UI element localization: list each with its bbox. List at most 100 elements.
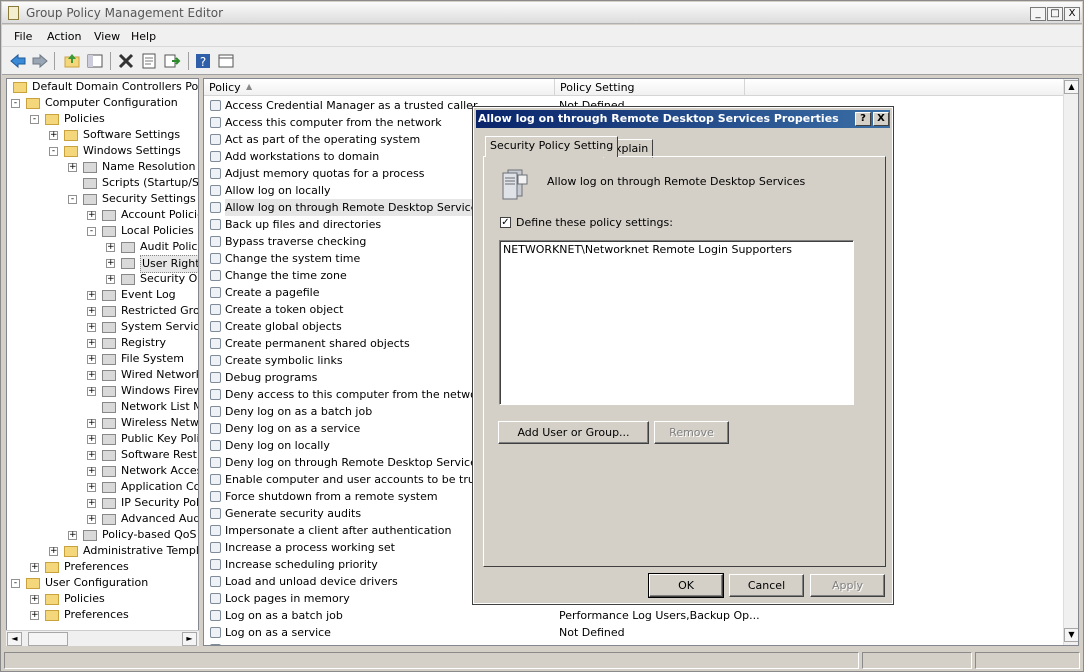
table-row[interactable]: Log on as a service Not Defined [204,624,1064,641]
tree-node[interactable]: + Security Op [7,271,198,287]
collapse-toggle[interactable]: - [49,147,58,156]
expand-toggle[interactable]: + [87,435,96,444]
tree-node-label[interactable]: IP Security Poli [121,495,198,511]
tree-node-label[interactable]: Wired Network [121,367,198,383]
tree-node[interactable]: + System Service [7,319,198,335]
view-icon[interactable] [217,52,235,70]
minimize-button[interactable]: _ [1030,7,1046,21]
expand-toggle[interactable]: + [30,611,39,620]
apply-button[interactable]: Apply [810,574,885,597]
expand-toggle[interactable]: + [87,291,96,300]
column-policy[interactable]: Policy [204,79,555,96]
scroll-right-button[interactable]: ► [182,632,197,646]
back-arrow-icon[interactable] [9,52,27,70]
close-button[interactable]: X [1064,7,1080,21]
tree-node-label[interactable]: Administrative Templat [83,543,198,559]
expand-toggle[interactable]: + [49,547,58,556]
expand-toggle[interactable]: + [68,531,77,540]
dialog-help-button[interactable]: ? [855,112,871,126]
tree-node[interactable]: - Windows Settings [7,143,198,159]
tree-node-label[interactable]: Name Resolution Po [102,159,198,175]
scroll-thumb[interactable] [28,632,68,646]
tree-node-label[interactable]: System Service [121,319,198,335]
tree-node-label[interactable]: Policy-based QoS [102,527,197,543]
remove-button[interactable]: Remove [654,421,729,444]
tree-node-label[interactable]: Security Op [140,271,198,287]
scroll-down-button[interactable]: ▼ [1064,628,1078,642]
export-list-icon[interactable] [163,52,181,70]
expand-toggle[interactable]: + [106,243,115,252]
collapse-toggle[interactable]: - [87,227,96,236]
tree-node-label[interactable]: Advanced Audi [121,511,198,527]
tree-node[interactable]: + Windows Firew [7,383,198,399]
table-row[interactable]: Manage auditing and security log Administ… [204,641,1064,645]
tree-node[interactable]: + User Rights [7,255,198,273]
tree-node[interactable]: + Name Resolution Po [7,159,198,175]
expand-toggle[interactable]: + [106,275,115,284]
expand-toggle[interactable]: + [106,259,115,268]
cancel-button[interactable]: Cancel [729,574,804,597]
tree-node[interactable]: + Preferences [7,559,198,575]
tree-node-label[interactable]: Network Acces [121,463,198,479]
tree-node[interactable]: + Preferences [7,607,198,623]
tree-node-label[interactable]: Default Domain Controllers Policy [I [32,79,198,95]
tree-node-label[interactable]: Registry [121,335,166,351]
tree-node[interactable]: + Administrative Templat [7,543,198,559]
tree-node-label[interactable]: Windows Firew [121,383,198,399]
tree-node[interactable]: - User Configuration [7,575,198,591]
scroll-up-button[interactable]: ▲ [1064,80,1078,94]
expand-toggle[interactable]: + [87,211,96,220]
tree-node[interactable]: + Event Log [7,287,198,303]
expand-toggle[interactable]: + [87,371,96,380]
tree-node[interactable]: - Local Policies [7,223,198,239]
tree-node[interactable]: - Security Settings [7,191,198,207]
show-hide-tree-icon[interactable] [86,52,104,70]
tree-node[interactable]: + Network Acces [7,463,198,479]
expand-toggle[interactable]: + [87,387,96,396]
tree-node[interactable]: + Public Key Polic [7,431,198,447]
column-policy-setting[interactable]: Policy Setting [555,79,745,96]
tree-node-label[interactable]: Account Policie [121,207,198,223]
tree-node-label[interactable]: Scripts (Startup/Sh [102,175,198,191]
tree-node[interactable]: + Registry [7,335,198,351]
add-user-or-group-button[interactable]: Add User or Group... [498,421,649,444]
tree-node-label[interactable]: Computer Configuration [45,95,178,111]
expand-toggle[interactable]: + [87,499,96,508]
expand-toggle[interactable]: + [87,467,96,476]
tree-node-label[interactable]: Policies [64,111,105,127]
collapse-toggle[interactable]: - [11,579,20,588]
tree-node[interactable]: + Software Restr [7,447,198,463]
member-item[interactable]: NETWORKNET\Networknet Remote Login Suppo… [503,243,792,256]
tree-node-label[interactable]: Restricted Grou [121,303,198,319]
define-settings-checkbox[interactable]: ✓ [500,217,511,228]
tree-node[interactable]: + Audit Policy [7,239,198,255]
tree-node[interactable]: + Software Settings [7,127,198,143]
menu-view[interactable]: View [94,30,120,43]
tree-node-label[interactable]: Network List M [121,399,198,415]
tree-node[interactable]: - Policies [7,111,198,127]
tree-node[interactable]: + Advanced Audi [7,511,198,527]
tree-node-label[interactable]: User Configuration [45,575,148,591]
table-row[interactable]: Log on as a batch job Performance Log Use… [204,607,1064,624]
tree-node[interactable]: + Restricted Grou [7,303,198,319]
forward-arrow-icon[interactable] [31,52,49,70]
tree-node[interactable]: + Wireless Netwo [7,415,198,431]
tree-node[interactable]: + Policies [7,591,198,607]
tree-node-label[interactable]: Security Settings [102,191,196,207]
expand-toggle[interactable]: + [87,515,96,524]
menu-help[interactable]: Help [131,30,156,43]
maximize-button[interactable]: □ [1047,7,1063,21]
tree-node[interactable]: - Computer Configuration [7,95,198,111]
properties-icon[interactable] [140,52,158,70]
tree-node[interactable]: + File System [7,351,198,367]
tree-node-label[interactable]: Application Cor [121,479,198,495]
menu-action[interactable]: Action [47,30,81,43]
tree-node[interactable]: + Account Policie [7,207,198,223]
tab-security-policy-setting[interactable]: Security Policy Setting [485,136,619,157]
tree-node-label[interactable]: Preferences [64,559,129,575]
tree-node-label[interactable]: Preferences [64,607,129,623]
tree-node-label[interactable]: Windows Settings [83,143,181,159]
tree-node-label[interactable]: Audit Policy [140,239,198,255]
tree-node-label[interactable]: Event Log [121,287,176,303]
tree-node-label[interactable]: File System [121,351,184,367]
